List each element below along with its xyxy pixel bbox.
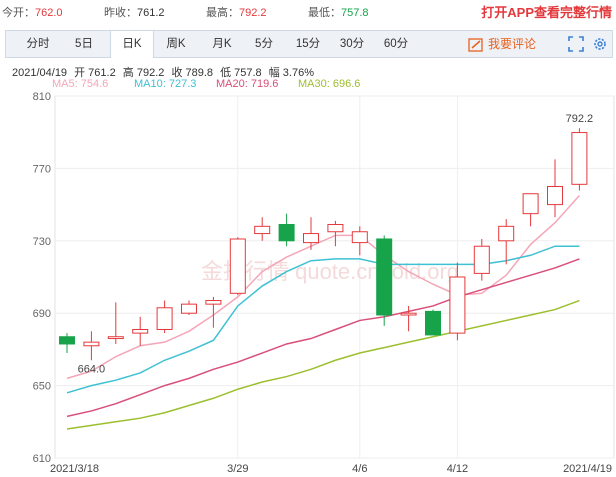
y-tick-label: 730 [33,236,51,248]
ma30-line [66,299,580,430]
prev-close-label: 昨收： [104,7,137,19]
candle-body [229,238,246,294]
edit-icon [468,38,483,52]
ma5-line [66,195,580,380]
tab-30min[interactable]: 30分 [332,31,372,57]
candle-body [473,245,490,274]
candle-body [303,233,319,244]
candle [83,331,100,361]
candle [351,226,368,256]
candle [107,302,124,344]
candle-body [107,336,124,340]
candle-body [571,132,588,185]
candle-body [400,312,417,316]
candle-body [205,300,222,305]
tab-monthly-k[interactable]: 月K [202,31,242,57]
candle [303,217,319,250]
candle [59,333,75,354]
high-label: 最高： [206,7,239,19]
gear-icon[interactable] [592,36,608,52]
candle-body [181,303,197,314]
candle-body [425,310,441,336]
candle [278,213,295,247]
tab-weekly-k[interactable]: 周K [156,31,196,57]
open-value: 762.0 [35,7,63,19]
prev-close-quote: 昨收：761.2 [104,4,165,20]
tab-intraday[interactable]: 分时 [18,31,58,57]
fullscreen-icon[interactable] [568,36,584,52]
candle-body [522,193,539,215]
y-tick-label: 810 [33,91,51,103]
candle [376,235,393,326]
y-tick-label: 690 [33,308,51,320]
x-tick-label: 2021/3/18 [50,463,99,475]
candle [132,316,149,346]
candle-body [83,341,100,347]
low-quote: 最低：757.8 [308,4,369,20]
y-tick-label: 610 [33,453,51,465]
candle [425,309,441,336]
candle [522,193,539,227]
tab-5min[interactable]: 5分 [246,31,282,57]
x-tick-label: 4/6 [352,463,367,475]
candle-body [547,186,563,206]
open-label: 今开： [2,7,35,19]
quote-row: 今开：762.0 昨收：761.2 最高：792.2 最低：757.8 打开AP… [0,0,616,22]
candle [229,237,246,296]
candle [327,220,344,247]
period-tabs: 分时 5日 日K 周K 月K 5分 15分 30分 60分 我要评论 [5,30,613,58]
high-value: 792.2 [239,7,267,19]
x-tick-label: 4/12 [447,463,468,475]
high-quote: 最高：792.2 [206,4,267,20]
low-label: 最低： [308,7,341,19]
candle-body [254,225,271,235]
open-app-link[interactable]: 打开APP查看完整行情 [481,2,612,21]
candle [205,296,222,328]
candle [498,219,515,265]
candle [473,238,490,281]
candle-body [498,225,515,242]
y-tick-label: 650 [33,381,51,393]
candle-body [59,336,75,345]
annotation-label: 664.0 [78,363,106,375]
candle-body [376,238,393,316]
tab-5day[interactable]: 5日 [64,31,104,57]
candle-body [351,231,368,244]
candle [156,300,173,334]
low-value: 757.8 [341,7,369,19]
candle [181,300,197,316]
x-tick-label: 2021/4/19 [563,463,612,475]
tab-15min[interactable]: 15分 [288,31,328,57]
candle-body [156,307,173,330]
tab-daily-k[interactable]: 日K [110,31,154,58]
annotation-label: 792.2 [566,113,594,125]
comment-label: 我要评论 [488,37,537,51]
candle-body [449,276,466,334]
kline-chart: 810 770 730 690 650 6102021/3/18 3/29 4/6 4/12 20… [33,91,615,475]
tab-60min[interactable]: 60分 [376,31,416,57]
x-tick-label: 3/29 [227,463,248,475]
candle [254,217,271,241]
candle [571,128,588,191]
y-tick-label: 770 [33,163,51,175]
prev-close-value: 761.2 [137,7,165,19]
open-quote: 今开：762.0 [2,4,63,20]
candle-body [278,224,295,242]
candle-body [132,328,149,334]
candle-body [327,224,344,233]
comment-button[interactable]: 我要评论 [468,31,536,57]
